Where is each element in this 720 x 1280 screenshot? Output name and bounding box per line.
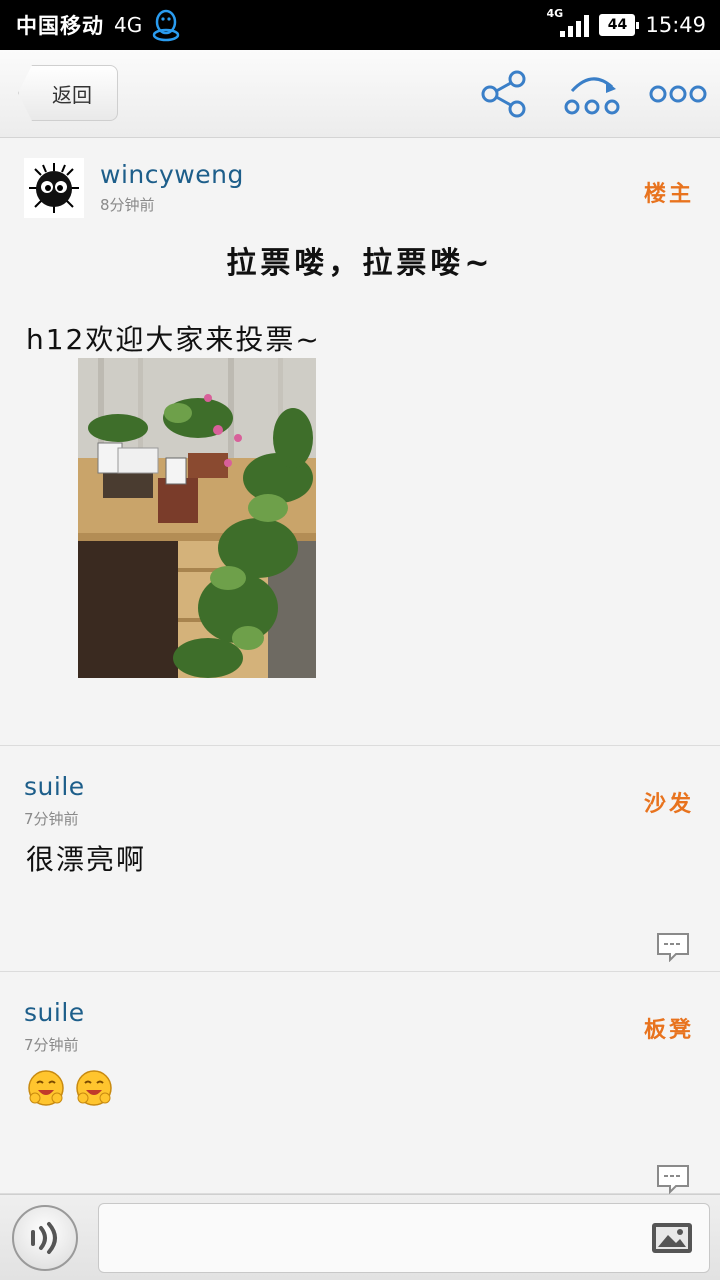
reply-post: suile 7分钟前 沙发 很漂亮啊 [0, 746, 720, 972]
forward-icon[interactable] [562, 68, 622, 120]
share-icon[interactable] [478, 68, 530, 120]
post-timestamp: 8分钟前 [100, 196, 155, 214]
reply-body: 很漂亮啊 [26, 843, 147, 876]
post-title: 拉票喽，拉票喽~ [226, 246, 494, 281]
status-bar: 中国移动 4G 4G 44 15:49 [0, 0, 720, 50]
battery-icon: 44 [599, 14, 640, 36]
reply-input-bar [0, 1194, 720, 1280]
status-left: 中国移动 4G [16, 8, 180, 42]
post-photo[interactable] [78, 358, 316, 678]
avatar[interactable] [24, 158, 84, 218]
reply-username[interactable]: suile [24, 998, 85, 1027]
post-op: wincyweng 8分钟前 楼主 拉票喽，拉票喽~ h12欢迎大家来投票~ [0, 138, 720, 746]
soot-sprite-avatar-icon [29, 163, 79, 213]
qq-penguin-icon [152, 9, 180, 42]
battery-level: 44 [607, 17, 628, 33]
voice-button[interactable] [12, 1205, 78, 1271]
clock: 15:49 [645, 13, 706, 37]
reply-timestamp: 7分钟前 [24, 810, 79, 828]
laughing-emoji-icon [28, 1070, 64, 1106]
comment-icon[interactable] [656, 932, 690, 962]
signal-strength-icon: 4G [546, 7, 590, 37]
back-button-label: 返回 [52, 82, 92, 107]
floor-tag: 板凳 [643, 1018, 694, 1043]
reply-username[interactable]: suile [24, 772, 85, 801]
image-icon[interactable] [650, 1219, 694, 1257]
plant-photo-image [78, 358, 316, 678]
signal-network-badge: 4G [546, 7, 564, 20]
post-username[interactable]: wincyweng [100, 160, 244, 189]
reply-post: suile 7分钟前 板凳 [0, 972, 720, 1194]
post-body: h12欢迎大家来投票~ [26, 323, 321, 356]
top-toolbar: 返回 [0, 50, 720, 138]
network-type: 4G [114, 13, 143, 37]
back-button[interactable]: 返回 [18, 65, 118, 121]
laughing-emoji-icon [76, 1070, 112, 1106]
voice-icon [31, 1222, 57, 1254]
reply-text-input[interactable] [98, 1203, 710, 1273]
status-right: 4G 44 15:49 [546, 7, 706, 37]
carrier-name: 中国移动 [16, 14, 104, 38]
floor-tag: 楼主 [643, 182, 694, 207]
comment-icon[interactable] [656, 1164, 690, 1194]
reply-timestamp: 7分钟前 [24, 1036, 79, 1054]
more-icon[interactable] [648, 68, 708, 120]
floor-tag: 沙发 [643, 792, 694, 817]
